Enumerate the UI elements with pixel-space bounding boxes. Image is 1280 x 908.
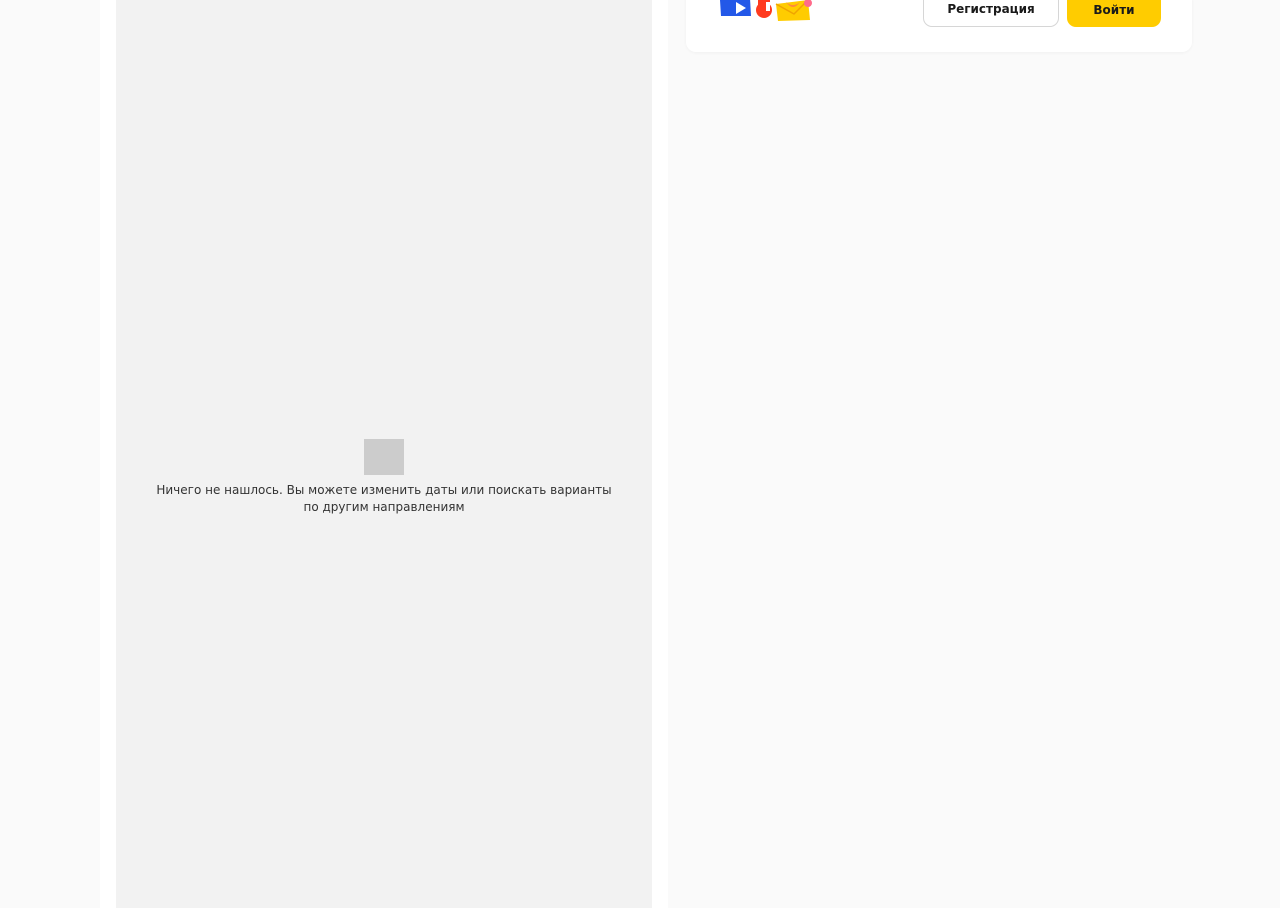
empty-state: Ничего не нашлось. Вы можете изменить да…	[116, 439, 652, 516]
promo-illustration	[720, 0, 812, 21]
results-panel: Ничего не нашлось. Вы можете изменить да…	[116, 0, 652, 908]
page: Ничего не нашлось. Вы можете изменить да…	[0, 0, 1280, 908]
empty-results-icon	[364, 439, 404, 475]
login-button[interactable]: Войти	[1067, 0, 1161, 27]
left-column: Ничего не нашлось. Вы можете изменить да…	[100, 0, 668, 908]
empty-results-message: Ничего не нашлось. Вы можете изменить да…	[156, 483, 612, 514]
register-button[interactable]: Регистрация	[923, 0, 1059, 27]
auth-card: Регистрация Войти	[686, 0, 1192, 52]
